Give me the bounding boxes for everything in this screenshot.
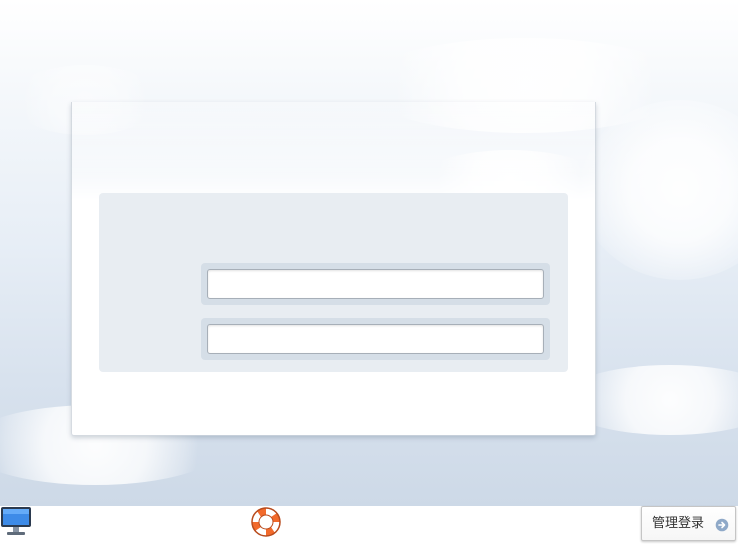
login-card <box>71 102 596 436</box>
password-input[interactable] <box>207 324 544 354</box>
admin-login-button[interactable]: 管理登录 <box>641 506 736 541</box>
sky-background <box>0 0 738 506</box>
login-page: 管理登录 <box>0 0 738 550</box>
admin-login-label: 管理登录 <box>652 516 705 531</box>
username-field-wrapper <box>201 263 550 305</box>
login-panel <box>99 193 568 372</box>
monitor-icon[interactable] <box>0 506 32 538</box>
footer-bar: 管理登录 <box>0 506 738 550</box>
password-field-wrapper <box>201 318 550 360</box>
username-input[interactable] <box>207 269 544 299</box>
arrow-right-circle-icon <box>715 517 729 532</box>
lifebuoy-icon[interactable] <box>250 506 282 538</box>
